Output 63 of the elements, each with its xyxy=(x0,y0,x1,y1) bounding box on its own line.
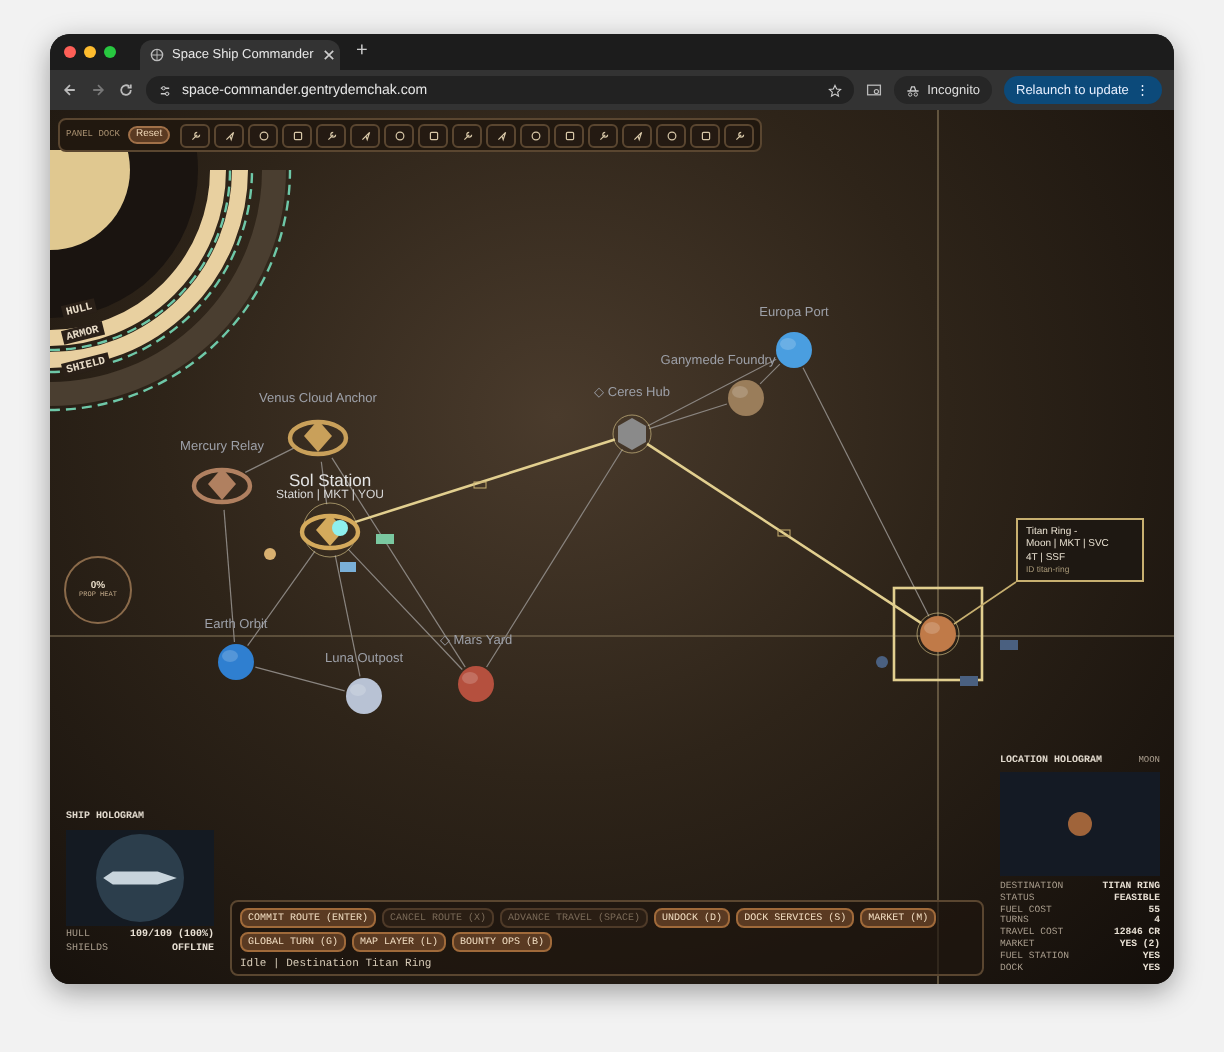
tool-button[interactable] xyxy=(214,123,245,147)
planet-node[interactable] xyxy=(892,586,984,682)
tool-button[interactable] xyxy=(520,123,551,147)
arrow-icon xyxy=(359,129,372,141)
bookmark-star-icon[interactable] xyxy=(827,83,842,97)
spaceship-icon xyxy=(100,868,180,888)
wrench-icon xyxy=(189,129,202,141)
tool-button[interactable] xyxy=(622,123,653,147)
wrench-icon xyxy=(461,129,474,141)
square-icon xyxy=(291,129,304,141)
planet-node[interactable] xyxy=(776,332,812,368)
ring-icon xyxy=(393,129,406,141)
tool-button[interactable] xyxy=(248,123,279,147)
station-node[interactable] xyxy=(191,467,253,505)
station-node[interactable] xyxy=(287,419,349,457)
planet-node[interactable] xyxy=(218,644,254,680)
node-label: Sol Station xyxy=(288,470,372,490)
tool-button[interactable] xyxy=(486,123,517,147)
back-icon[interactable] xyxy=(62,82,78,98)
route-marker xyxy=(473,481,487,489)
wrench-icon xyxy=(325,129,338,141)
tool-button[interactable] xyxy=(588,123,619,147)
planet-node[interactable] xyxy=(458,666,494,702)
tool-button[interactable] xyxy=(656,123,687,147)
tool-button[interactable] xyxy=(554,123,585,147)
tool-button[interactable] xyxy=(180,123,211,147)
close-window-button[interactable] xyxy=(64,46,76,58)
square-icon xyxy=(427,129,440,141)
ring-icon xyxy=(257,129,270,141)
maximize-window-button[interactable] xyxy=(104,46,116,58)
square-icon xyxy=(699,129,712,141)
ship-icon[interactable] xyxy=(264,548,276,560)
route-marker xyxy=(777,529,791,537)
cast-icon[interactable] xyxy=(865,82,882,98)
wrench-icon xyxy=(597,129,610,141)
arrow-icon xyxy=(223,129,236,141)
square-icon xyxy=(563,129,576,141)
tool-button[interactable] xyxy=(350,123,381,147)
new-tab-button[interactable]: + xyxy=(348,42,376,62)
tool-button[interactable] xyxy=(452,123,483,147)
moon-icon xyxy=(1068,812,1092,836)
incognito-icon xyxy=(905,83,920,97)
wrench-icon xyxy=(733,129,746,141)
arrow-icon xyxy=(495,129,508,141)
ring-icon xyxy=(529,129,542,141)
planet-node[interactable] xyxy=(346,678,382,714)
site-settings-icon[interactable] xyxy=(158,83,172,97)
reload-icon[interactable] xyxy=(118,82,134,98)
leader-line xyxy=(953,581,1017,625)
tool-button[interactable] xyxy=(690,123,721,147)
planet-node[interactable] xyxy=(728,380,764,416)
tool-button[interactable] xyxy=(282,123,313,147)
minimize-window-button[interactable] xyxy=(84,46,96,58)
globe-icon xyxy=(150,48,164,62)
tool-button[interactable] xyxy=(384,123,415,147)
tool-button[interactable] xyxy=(418,123,449,147)
tool-button[interactable] xyxy=(724,123,755,147)
close-icon[interactable] xyxy=(321,48,336,62)
forward-icon[interactable] xyxy=(90,82,106,98)
arrow-icon xyxy=(631,129,644,141)
ring-icon xyxy=(665,129,678,141)
tool-button[interactable] xyxy=(316,123,347,147)
hub-node[interactable] xyxy=(612,414,652,454)
